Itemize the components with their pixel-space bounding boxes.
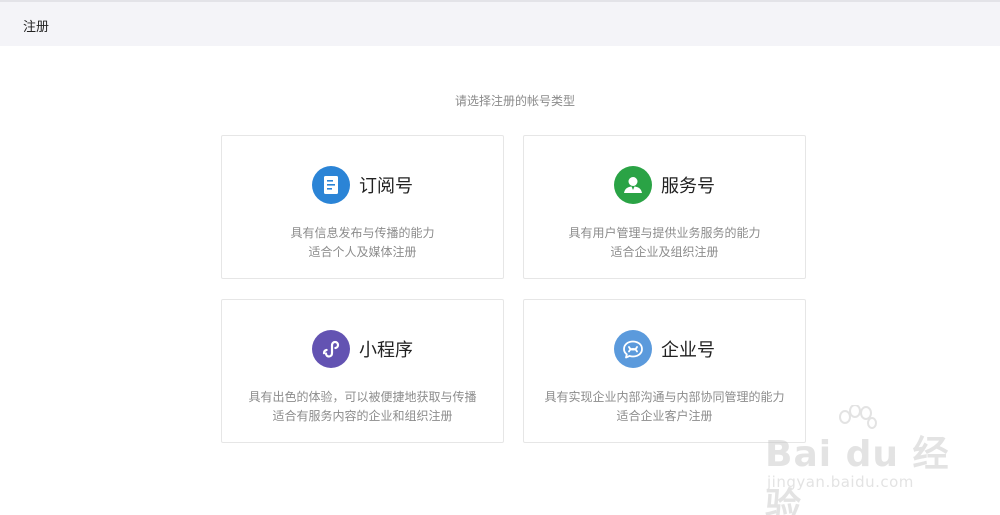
- card-title: 小程序: [359, 340, 413, 361]
- card-header: 小程序: [222, 330, 503, 368]
- card-service-account[interactable]: 服务号 具有用户管理与提供业务服务的能力 适合企业及组织注册: [523, 135, 806, 279]
- watermark-text: Bai du 经验: [765, 434, 950, 515]
- baidu-jingyan-watermark: Bai du 经验 jingyan.baidu.com: [765, 405, 955, 515]
- card-header: 企业号: [524, 330, 805, 368]
- card-description: 具有信息发布与传播的能力 适合个人及媒体注册: [222, 224, 503, 262]
- user-service-icon: [614, 166, 652, 204]
- card-title: 订阅号: [359, 176, 413, 197]
- card-title: 企业号: [661, 340, 715, 361]
- card-desc-line: 具有用户管理与提供业务服务的能力: [568, 226, 761, 240]
- card-description: 具有用户管理与提供业务服务的能力 适合企业及组织注册: [524, 224, 805, 262]
- card-desc-line: 适合企业客户注册: [616, 409, 713, 423]
- top-bar: 注册: [0, 0, 1000, 46]
- card-mini-program[interactable]: 小程序 具有出色的体验，可以被便捷地获取与传播 适合有服务内容的企业和组织注册: [221, 299, 504, 443]
- watermark-url: jingyan.baidu.com: [767, 473, 914, 491]
- card-desc-line: 适合企业及组织注册: [610, 245, 719, 259]
- card-title: 服务号: [661, 176, 715, 197]
- page-title: 注册: [23, 20, 50, 35]
- card-desc-line: 具有实现企业内部沟通与内部协同管理的能力: [544, 390, 785, 404]
- card-description: 具有出色的体验，可以被便捷地获取与传播 适合有服务内容的企业和组织注册: [222, 388, 503, 426]
- card-subscription-account[interactable]: 订阅号 具有信息发布与传播的能力 适合个人及媒体注册: [221, 135, 504, 279]
- card-description: 具有实现企业内部沟通与内部协同管理的能力 适合企业客户注册: [524, 388, 805, 426]
- card-header: 订阅号: [222, 166, 503, 204]
- card-desc-line: 具有出色的体验，可以被便捷地获取与传播: [248, 390, 477, 404]
- document-icon: [312, 166, 350, 204]
- card-desc-line: 适合有服务内容的企业和组织注册: [272, 409, 453, 423]
- account-type-prompt: 请选择注册的帐号类型: [454, 94, 575, 108]
- card-header: 服务号: [524, 166, 805, 204]
- card-desc-line: 具有信息发布与传播的能力: [290, 226, 435, 240]
- enterprise-icon: [614, 330, 652, 368]
- card-desc-line: 适合个人及媒体注册: [308, 245, 417, 259]
- mini-program-icon: [312, 330, 350, 368]
- card-enterprise-account[interactable]: 企业号 具有实现企业内部沟通与内部协同管理的能力 适合企业客户注册: [523, 299, 806, 443]
